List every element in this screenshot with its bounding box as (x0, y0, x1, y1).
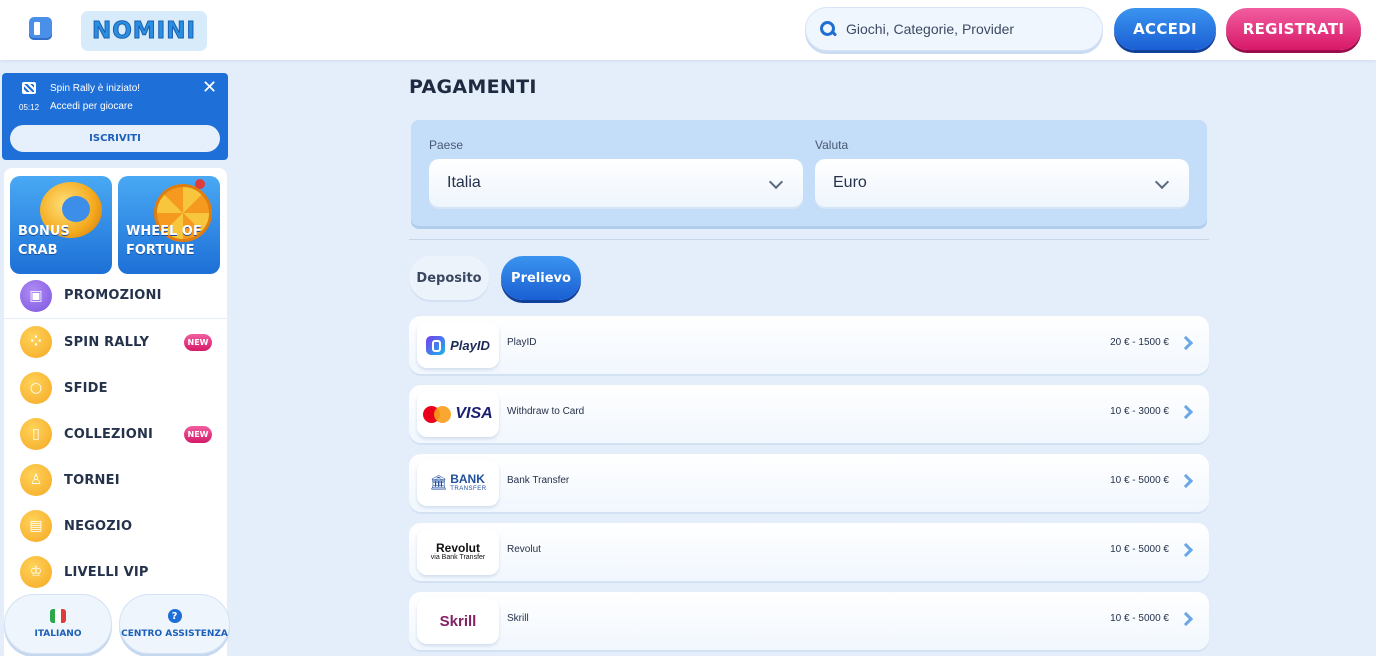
medal-icon: ○ (20, 372, 52, 404)
sidebar-item-label: SFIDE (64, 380, 108, 396)
sidebar-item-spin-rally[interactable]: ⁘ SPIN RALLY NEW (4, 319, 227, 365)
currency-value: Euro (833, 174, 867, 191)
register-button[interactable]: REGISTRATI (1226, 8, 1361, 50)
method-range: 10 € - 5000 € (1110, 613, 1169, 624)
language-label: ITALIANO (34, 629, 82, 639)
chevron-down-icon (1154, 174, 1170, 190)
bank-building-icon: 🏛 (429, 475, 448, 491)
promo-title: Spin Rally è iniziato! (50, 83, 141, 94)
chevron-right-icon (1178, 473, 1194, 489)
chevron-down-icon (768, 174, 784, 190)
sidebar-toggle-icon[interactable] (29, 17, 52, 40)
bank-transfer-logo: 🏛 BANK TRANSFER (417, 460, 499, 506)
promo-timer: 05:12 (19, 103, 40, 112)
sidebar-item-label: COLLEZIONI (64, 426, 154, 442)
payment-method-row[interactable]: 🏛 BANK TRANSFER Bank Transfer 10 € - 5000 … (409, 454, 1209, 512)
filter-panel: Paese Italia Valuta Euro (411, 120, 1207, 226)
chevron-right-icon (1178, 611, 1194, 627)
search-bar[interactable] (805, 7, 1103, 51)
country-label: Paese (429, 138, 464, 152)
top-header: NOMINI ACCEDI REGISTRATI (0, 0, 1376, 60)
search-icon (820, 20, 837, 38)
sidebar-item-label: NEGOZIO (64, 518, 133, 534)
trophy-icon: ♙ (20, 464, 52, 496)
help-center-button[interactable]: ? CENTRO ASSISTENZA (119, 594, 230, 654)
tab-deposit[interactable]: Deposito (409, 256, 489, 300)
divider (409, 239, 1209, 240)
page-title: PAGAMENTI (409, 76, 537, 98)
dice-icon: ⁘ (20, 326, 52, 358)
playid-icon (426, 335, 446, 355)
promo-subtitle: Accedi per giocare (50, 101, 133, 112)
country-value: Italia (447, 174, 481, 191)
chevron-right-icon (1178, 404, 1194, 420)
sidebar-item-collezioni[interactable]: ▯ COLLEZIONI NEW (4, 411, 227, 457)
method-range: 10 € - 5000 € (1110, 544, 1169, 555)
tab-withdraw[interactable]: Prelievo (501, 256, 581, 300)
gift-icon: ▣ (20, 279, 52, 312)
revolut-logo: Revolut via Bank Transfer (417, 529, 499, 575)
mastercard-icon (423, 405, 452, 423)
method-range: 10 € - 3000 € (1110, 406, 1169, 417)
sidebar-item-sfide[interactable]: ○ SFIDE (4, 365, 227, 411)
method-name: Withdraw to Card (507, 406, 585, 417)
checkered-flag-icon (22, 82, 36, 94)
currency-label: Valuta (815, 138, 849, 152)
sidebar-nav: ▣ PROMOZIONI ⁘ SPIN RALLY NEW ○ SFIDE ▯ … (4, 273, 227, 595)
login-button[interactable]: ACCEDI (1114, 8, 1216, 50)
wheel-of-fortune-tile[interactable]: WHEEL OF FORTUNE (118, 176, 220, 274)
method-name: Revolut (507, 544, 541, 555)
payment-method-row[interactable]: Skrill Skrill 10 € - 5000 € (409, 592, 1209, 650)
payment-method-row[interactable]: VISA Withdraw to Card 10 € - 3000 € (409, 385, 1209, 443)
method-range: 20 € - 1500 € (1110, 337, 1169, 348)
shop-icon: ▤ (20, 510, 52, 542)
method-name: PlayID (507, 337, 537, 348)
chevron-right-icon (1178, 542, 1194, 558)
sidebar-item-promozioni[interactable]: ▣ PROMOZIONI (4, 273, 227, 319)
new-badge: NEW (184, 425, 212, 443)
language-button[interactable]: ITALIANO (4, 594, 112, 654)
sidebar-item-label: TORNEI (64, 472, 120, 488)
tile-label: WHEEL OF FORTUNE (126, 224, 202, 258)
italy-flag-icon (50, 609, 66, 623)
site-logo[interactable]: NOMINI (81, 11, 207, 51)
help-icon: ? (167, 609, 182, 623)
sidebar-item-negozio[interactable]: ▤ NEGOZIO (4, 503, 227, 549)
spin-rally-promo: 05:12 Spin Rally è iniziato! Accedi per … (2, 73, 228, 160)
method-name: Skrill (507, 613, 529, 624)
bonus-crab-tile[interactable]: BONUS CRAB (10, 176, 112, 274)
new-badge: NEW (184, 333, 212, 351)
close-icon[interactable]: ✕ (202, 79, 217, 97)
skrill-logo: Skrill (417, 598, 499, 644)
help-label: CENTRO ASSISTENZA (121, 629, 228, 639)
method-range: 10 € - 5000 € (1110, 475, 1169, 486)
tile-label: BONUS CRAB (18, 224, 70, 258)
chevron-right-icon (1178, 335, 1194, 351)
subscribe-button[interactable]: ISCRIVITI (10, 125, 220, 152)
sidebar-item-label: LIVELLI VIP (64, 564, 149, 580)
sidebar-item-livelli-vip[interactable]: ♔ LIVELLI VIP (4, 549, 227, 595)
logo-text: NOMINI (91, 18, 197, 45)
country-select[interactable]: Italia (429, 159, 803, 207)
sidebar-item-label: SPIN RALLY (64, 334, 150, 350)
payment-method-row[interactable]: PlayID PlayID 20 € - 1500 € (409, 316, 1209, 374)
visa-mastercard-logo: VISA (417, 391, 499, 437)
payment-method-row[interactable]: Revolut via Bank Transfer Revolut 10 € - … (409, 523, 1209, 581)
method-name: Bank Transfer (507, 475, 570, 486)
sidebar-item-tornei[interactable]: ♙ TORNEI (4, 457, 227, 503)
cards-icon: ▯ (20, 418, 52, 450)
crown-icon: ♔ (20, 556, 52, 588)
sidebar-item-label: PROMOZIONI (64, 288, 162, 303)
playid-logo: PlayID (417, 322, 499, 368)
currency-select[interactable]: Euro (815, 159, 1189, 207)
search-input[interactable] (846, 21, 1086, 37)
